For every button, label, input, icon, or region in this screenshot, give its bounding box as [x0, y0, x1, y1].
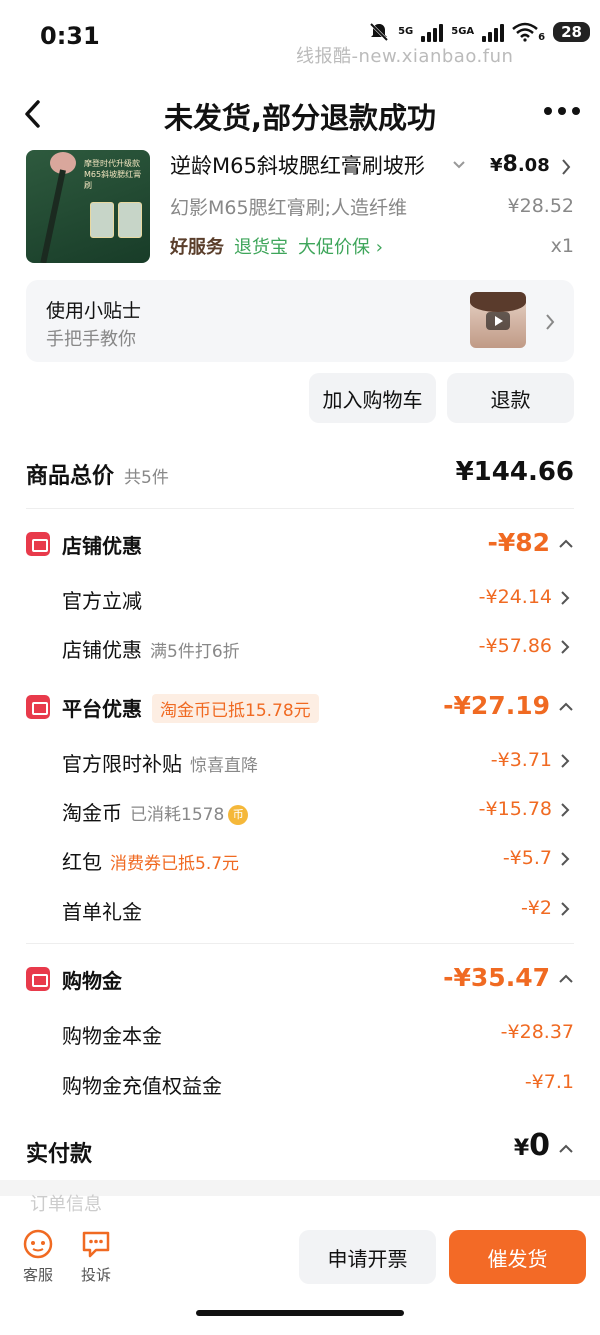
discount-item[interactable]: 官方立减: [62, 585, 142, 614]
discount-item[interactable]: 淘金币 已消耗1578 币: [62, 797, 249, 826]
customer-service-icon[interactable]: [22, 1228, 54, 1260]
platform-discount-label: 平台优惠 淘金币已抵15.78元: [62, 693, 319, 723]
gold-item-value: -¥28.37: [500, 1021, 574, 1043]
good-service-tag: 好服务: [170, 237, 224, 258]
discount-value: -¥5.7: [502, 847, 552, 869]
nav-bar: 未发货,部分退款成功: [0, 85, 600, 145]
status-icons: 5G 5GA 6 28: [368, 20, 590, 43]
chevron-right-icon[interactable]: [560, 590, 570, 606]
signal-icon-2: [482, 22, 505, 42]
customer-service-label[interactable]: 客服: [23, 1264, 53, 1285]
more-icon[interactable]: [544, 107, 580, 115]
discount-item[interactable]: 店铺优惠 满5件打6折: [62, 634, 240, 663]
chevron-right-icon[interactable]: [560, 158, 572, 176]
total-label: 商品总价 共5件: [26, 464, 169, 489]
product-price: ¥8.08: [490, 152, 550, 177]
coin-icon: 币: [228, 805, 249, 825]
gold-item-value: -¥7.1: [524, 1071, 574, 1093]
gold-item: 购物金本金: [62, 1024, 162, 1048]
refund-button[interactable]: 退款: [447, 373, 574, 423]
complaint-label[interactable]: 投诉: [81, 1264, 111, 1285]
paid-label: 实付款: [26, 1142, 93, 1167]
quantity: x1: [550, 235, 574, 257]
divider: [26, 508, 574, 509]
urge-shipping-button[interactable]: 催发货: [449, 1230, 586, 1284]
collapse-icon[interactable]: [558, 538, 574, 550]
item-count: 共5件: [124, 468, 169, 488]
bottom-bar: 订单信息 客服 投诉 申请开票 催发货: [0, 1194, 600, 1335]
usage-tips-card[interactable]: 使用小贴士 手把手教你: [26, 280, 574, 362]
battery-icon: 28: [553, 21, 590, 42]
store-discount-label: 店铺优惠: [62, 534, 142, 558]
clock: 0:31: [40, 22, 100, 50]
product-image-caption: 摩登时代升级款 M65斜坡腮红膏刷: [84, 159, 142, 190]
collapse-icon[interactable]: [558, 973, 574, 985]
shopping-gold-label: 购物金: [62, 969, 122, 993]
discount-value: -¥2: [520, 897, 552, 919]
total-value: ¥144.66: [455, 457, 574, 487]
store-discount-value: -¥82: [487, 528, 550, 557]
divider: [26, 943, 574, 944]
page-title: 未发货,部分退款成功: [163, 101, 437, 135]
product-spec: 幻影M65腮红膏刷;人造纤维: [170, 197, 407, 219]
product-title[interactable]: 逆龄M65斜坡腮红膏刷坡形: [170, 150, 440, 180]
tips-title: 使用小贴士: [46, 300, 142, 322]
price-protect-tag[interactable]: 大促价保 ›: [298, 233, 383, 259]
tips-video-thumbnail[interactable]: [470, 292, 526, 348]
chevron-down-icon[interactable]: [452, 160, 466, 170]
signal-icon: [421, 22, 444, 42]
return-insurance-tag[interactable]: 退货宝: [234, 233, 288, 259]
chevron-right-icon[interactable]: [560, 851, 570, 867]
discount-value: -¥15.78: [478, 798, 552, 820]
apply-invoice-button[interactable]: 申请开票: [299, 1230, 436, 1284]
status-bar: 0:31 5G 5GA 6 28 线报酷-new.xianbao.fun: [0, 0, 600, 80]
chevron-right-icon[interactable]: [560, 753, 570, 769]
collapse-icon[interactable]: [558, 1143, 574, 1155]
shopping-gold-value: -¥35.47: [443, 963, 550, 992]
wifi-badge: 6: [538, 32, 546, 43]
original-price: ¥28.52: [507, 195, 574, 217]
play-icon: [486, 312, 510, 330]
chevron-right-icon[interactable]: [560, 802, 570, 818]
complaint-icon[interactable]: [80, 1228, 112, 1260]
wifi-icon: [512, 22, 538, 42]
mute-icon: [370, 22, 389, 41]
platform-icon: [26, 695, 50, 719]
chevron-right-icon[interactable]: [560, 639, 570, 655]
order-info-heading-partial: 订单信息: [30, 1194, 102, 1215]
discount-item[interactable]: 官方限时补贴 惊喜直降: [62, 748, 258, 777]
home-indicator: [196, 1310, 404, 1316]
watermark: 线报酷-new.xianbao.fun: [296, 46, 514, 67]
network-type-2: 5GA: [451, 26, 475, 37]
tips-subtitle: 手把手教你: [46, 329, 136, 350]
platform-discount-value: -¥27.19: [443, 691, 550, 720]
discount-value: -¥3.71: [490, 749, 552, 771]
taojinbi-pill: 淘金币已抵15.78元: [152, 694, 319, 723]
discount-item[interactable]: 红包 消费券已抵5.7元: [62, 846, 239, 875]
gold-item: 购物金充值权益金: [62, 1074, 222, 1098]
collapse-icon[interactable]: [558, 701, 574, 713]
store-icon: [26, 532, 50, 556]
discount-item[interactable]: 首单礼金: [62, 896, 142, 925]
paid-value: ¥0: [513, 1128, 550, 1163]
service-tags: 好服务 退货宝 大促价保 ›: [170, 233, 383, 259]
shopping-gold-icon: [26, 967, 50, 991]
add-to-cart-button[interactable]: 加入购物车: [309, 373, 436, 423]
chevron-right-icon[interactable]: [544, 313, 556, 331]
chevron-right-icon[interactable]: [560, 901, 570, 917]
discount-value: -¥24.14: [478, 586, 552, 608]
network-type-1: 5G: [398, 26, 414, 37]
discount-value: -¥57.86: [478, 635, 552, 657]
brush-handle-graphic: [40, 169, 66, 263]
product-image[interactable]: 摩登时代升级款 M65斜坡腮红膏刷: [26, 150, 150, 263]
product-image-boxes: [90, 202, 142, 238]
